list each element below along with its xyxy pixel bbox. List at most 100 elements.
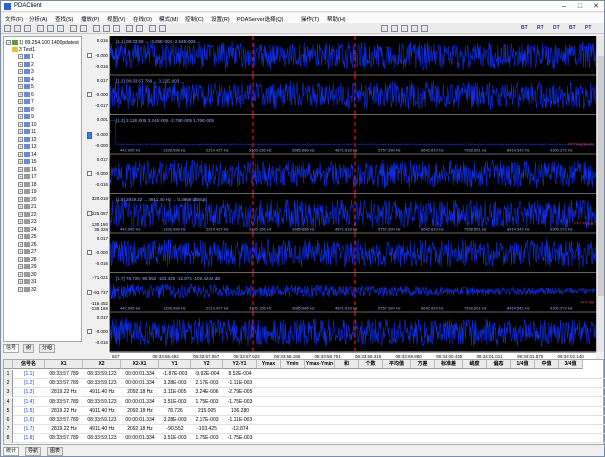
dt-button[interactable]: DT (553, 25, 560, 31)
column-header[interactable]: Y2 (191, 360, 223, 369)
column-header[interactable]: 1/4值 (511, 360, 535, 369)
tree-item[interactable]: +6 (18, 92, 34, 98)
plot-area[interactable]: [1.1] 08:33:59 ... -3.25E-004 -2.54E-004… (86, 36, 604, 352)
table-row[interactable]: 5 [1.5] 2819.22 Hz 4911.40 Hz 2092.18 Hz 78.7… (4, 406, 605, 416)
expand-icon[interactable]: + (18, 189, 23, 195)
export-icon[interactable] (159, 25, 166, 32)
bt2-button[interactable]: BT (569, 25, 576, 31)
column-header[interactable]: 偏态 (487, 360, 511, 369)
measure-icon[interactable] (80, 25, 87, 32)
table-row[interactable]: 4 [1.4] 08:33:57.789 08:33:59.123 00:00:01.3… (4, 397, 605, 407)
expand-icon[interactable]: + (18, 256, 23, 262)
signal-panel[interactable]: [1.7] 78.726 -90.552 -103.425 -12.874 -1… (86, 273, 604, 313)
expand-icon[interactable]: + (18, 286, 23, 292)
column-header[interactable]: Y2-Y1 (223, 360, 257, 369)
expand-icon[interactable]: + (18, 249, 23, 255)
tree-item[interactable]: +17 (18, 174, 37, 180)
tree-item[interactable]: +14 (18, 152, 37, 158)
stop-icon[interactable] (113, 25, 120, 32)
tree-item[interactable]: +32 (18, 287, 37, 293)
panel-select-checkbox[interactable] (87, 329, 92, 335)
expand-icon[interactable]: + (18, 279, 23, 285)
tree-item[interactable]: +22 (18, 212, 37, 218)
expand-icon[interactable]: + (18, 129, 23, 135)
plots-svg[interactable]: [1.1] 08:33:59 ... -3.25E-004 -2.54E-004… (86, 36, 604, 352)
column-header[interactable]: Ymax-Ymin (305, 360, 335, 369)
column-header[interactable]: 个数 (359, 360, 383, 369)
column-header[interactable]: 信号名 (13, 360, 45, 369)
signal-panel[interactable]: [1.1] 08:33:59 ... -3.25E-004 -2.54E-004… (86, 36, 604, 76)
grid-icon[interactable] (149, 25, 156, 32)
tree-item[interactable]: +27 (18, 249, 37, 255)
bars-icon[interactable] (421, 25, 428, 32)
panel-select-checkbox[interactable] (87, 210, 92, 216)
expand-icon[interactable]: + (18, 234, 23, 240)
expand-icon[interactable]: + (18, 159, 23, 165)
close-button[interactable]: ✕ (589, 2, 603, 11)
fit-icon[interactable] (57, 25, 64, 32)
expand-icon[interactable]: + (18, 91, 23, 97)
expand-icon[interactable]: + (18, 144, 23, 150)
tree-item[interactable]: +24 (18, 227, 37, 233)
menu-operate[interactable]: 操作(T) (301, 15, 319, 23)
layout-icon[interactable] (381, 25, 388, 32)
expand-icon[interactable]: + (18, 61, 23, 67)
expand-icon[interactable]: + (18, 136, 23, 142)
tree-item[interactable]: +11 (18, 129, 36, 135)
panel-select-checkbox[interactable] (87, 92, 92, 98)
tab-navigation[interactable]: 导航 (25, 447, 42, 456)
tree-item[interactable]: +16 (18, 167, 37, 173)
tree-item[interactable]: +5 (18, 84, 34, 90)
tree-item[interactable]: +8 (18, 107, 34, 113)
tree-item[interactable]: +13 (18, 144, 37, 150)
table-row[interactable]: 6 [1.6] 08:33:57.789 08:33:59.123 00:00:01.3… (4, 416, 605, 425)
chart-icon[interactable] (411, 25, 418, 32)
panel-select-checkbox[interactable] (87, 131, 92, 139)
menu-server[interactable]: PDAServer选择(Q) (237, 15, 283, 23)
tree-item[interactable]: +29 (18, 264, 37, 270)
table-row[interactable]: 8 [1.8] 08:33:57.789 08:33:59.123 00:00:01.3… (4, 434, 605, 444)
tree-item[interactable]: +2 (18, 62, 34, 68)
tree-item[interactable]: +7 (18, 99, 34, 105)
zoom-out-icon[interactable] (47, 25, 54, 32)
tree-item[interactable]: +21 (18, 204, 37, 210)
expand-icon[interactable]: + (18, 114, 23, 120)
tree-item[interactable]: +12 (18, 137, 37, 143)
vertical-scrollbar[interactable] (596, 36, 604, 352)
expand-icon[interactable]: + (18, 219, 23, 225)
tree-item[interactable]: +10 (18, 122, 37, 128)
tab-tree[interactable]: 树 (23, 344, 35, 353)
tree-item[interactable]: +18 (18, 182, 37, 188)
expand-icon[interactable]: + (18, 264, 23, 270)
tree-item[interactable]: +3 (18, 69, 34, 75)
column-header[interactable]: 标准差 (435, 360, 463, 369)
column-header[interactable]: 平均值 (383, 360, 411, 369)
tree-item[interactable]: +23 (18, 219, 37, 225)
expand-icon[interactable]: + (18, 211, 23, 217)
zoom-in-icon[interactable] (37, 25, 44, 32)
column-header[interactable]: X1 (45, 360, 83, 369)
menu-help[interactable]: 帮助(H) (327, 15, 346, 23)
collapse-icon[interactable]: − (6, 40, 11, 46)
tree-item[interactable]: +25 (18, 234, 37, 240)
expand-icon[interactable]: + (18, 76, 23, 82)
tree-item[interactable]: +19 (18, 189, 37, 195)
signal-panel[interactable]: [1.2] 08:33:57 789 ... 3.22E-003 ... (86, 75, 604, 115)
panel-select-checkbox[interactable] (87, 171, 92, 177)
expand-icon[interactable]: + (18, 106, 23, 112)
expand-icon[interactable]: + (18, 271, 23, 277)
menu-play[interactable]: 播放(P) (81, 15, 99, 23)
table-row[interactable]: 7 [1.7] 2819.22 Hz 4911.40 Hz 2092.18 Hz -90.… (4, 425, 605, 435)
tree-item[interactable]: +1 (18, 54, 34, 60)
open-icon[interactable] (4, 25, 11, 32)
tree-item[interactable]: +20 (18, 197, 37, 203)
tree-item[interactable]: +4 (18, 77, 34, 83)
menu-analyze[interactable]: 分析(A) (29, 15, 47, 23)
panel-select-checkbox[interactable] (87, 52, 92, 58)
scroll-thumb[interactable] (598, 56, 604, 296)
list-icon[interactable] (401, 25, 408, 32)
signal-panel[interactable] (86, 154, 604, 194)
expand-icon[interactable]: + (18, 226, 23, 232)
filter-icon[interactable] (136, 25, 143, 32)
column-header[interactable]: X2 (83, 360, 121, 369)
